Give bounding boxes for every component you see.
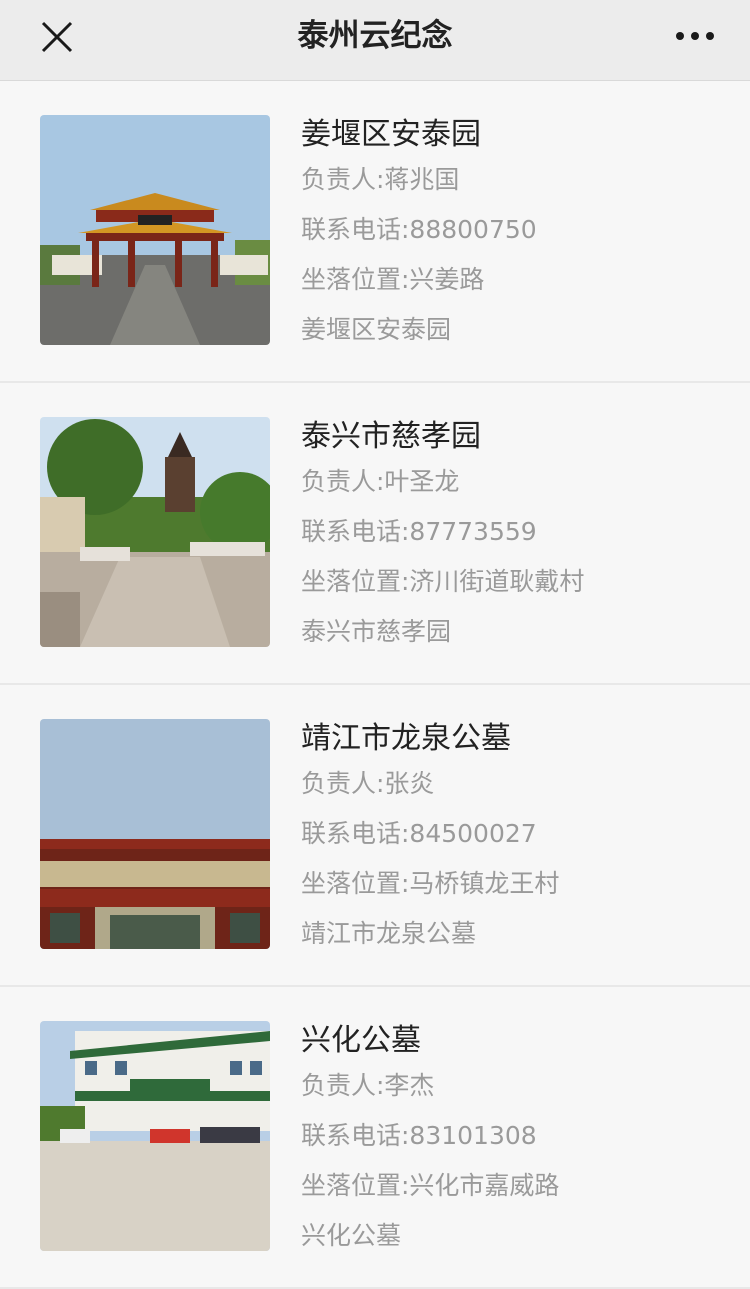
location-text: 坐落位置:兴姜路 [301, 265, 485, 294]
manager-text: 负责人:李杰 [301, 1071, 435, 1100]
phone-text: 联系电话:87773559 [301, 517, 537, 546]
description-text: 靖江市龙泉公墓 [301, 919, 477, 948]
more-icon[interactable] [672, 22, 718, 50]
manager-text: 负责人:蒋兆国 [301, 165, 460, 194]
location-text: 坐落位置:济川街道耿戴村 [301, 567, 585, 596]
location-text: 坐落位置:兴化市嘉威路 [301, 1171, 560, 1200]
list-item[interactable]: 兴化公墓 负责人:李杰 联系电话:83101308 坐落位置:兴化市嘉威路 兴化… [0, 987, 750, 1289]
cemetery-photo [40, 417, 270, 647]
manager-text: 负责人:叶圣龙 [301, 467, 460, 496]
cemetery-name: 姜堰区安泰园 [301, 117, 481, 152]
cemetery-name: 泰兴市慈孝园 [301, 419, 481, 454]
cemetery-name: 兴化公墓 [301, 1023, 421, 1058]
phone-text: 联系电话:83101308 [301, 1121, 537, 1150]
description-text: 兴化公墓 [301, 1221, 402, 1250]
description-text: 泰兴市慈孝园 [301, 617, 452, 646]
list-item[interactable]: 姜堰区安泰园 负责人:蒋兆国 联系电话:88800750 坐落位置:兴姜路 姜堰… [0, 81, 750, 383]
list-item[interactable]: 靖江市龙泉公墓 负责人:张炎 联系电话:84500027 坐落位置:马桥镇龙王村… [0, 685, 750, 987]
list-item[interactable]: 泰兴市慈孝园 负责人:叶圣龙 联系电话:87773559 坐落位置:济川街道耿戴… [0, 383, 750, 685]
cemetery-photo [40, 1021, 270, 1251]
phone-text: 联系电话:84500027 [301, 819, 537, 848]
top-nav-bar: 泰州云纪念 [0, 0, 750, 81]
page-title: 泰州云纪念 [297, 18, 453, 54]
cemetery-list: 姜堰区安泰园 负责人:蒋兆国 联系电话:88800750 坐落位置:兴姜路 姜堰… [0, 81, 750, 1289]
location-text: 坐落位置:马桥镇龙王村 [301, 869, 560, 898]
description-text: 姜堰区安泰园 [301, 315, 452, 344]
manager-text: 负责人:张炎 [301, 769, 435, 798]
cemetery-photo [40, 719, 270, 949]
cemetery-name: 靖江市龙泉公墓 [301, 721, 511, 756]
cemetery-photo [40, 115, 270, 345]
phone-text: 联系电话:88800750 [301, 215, 537, 244]
